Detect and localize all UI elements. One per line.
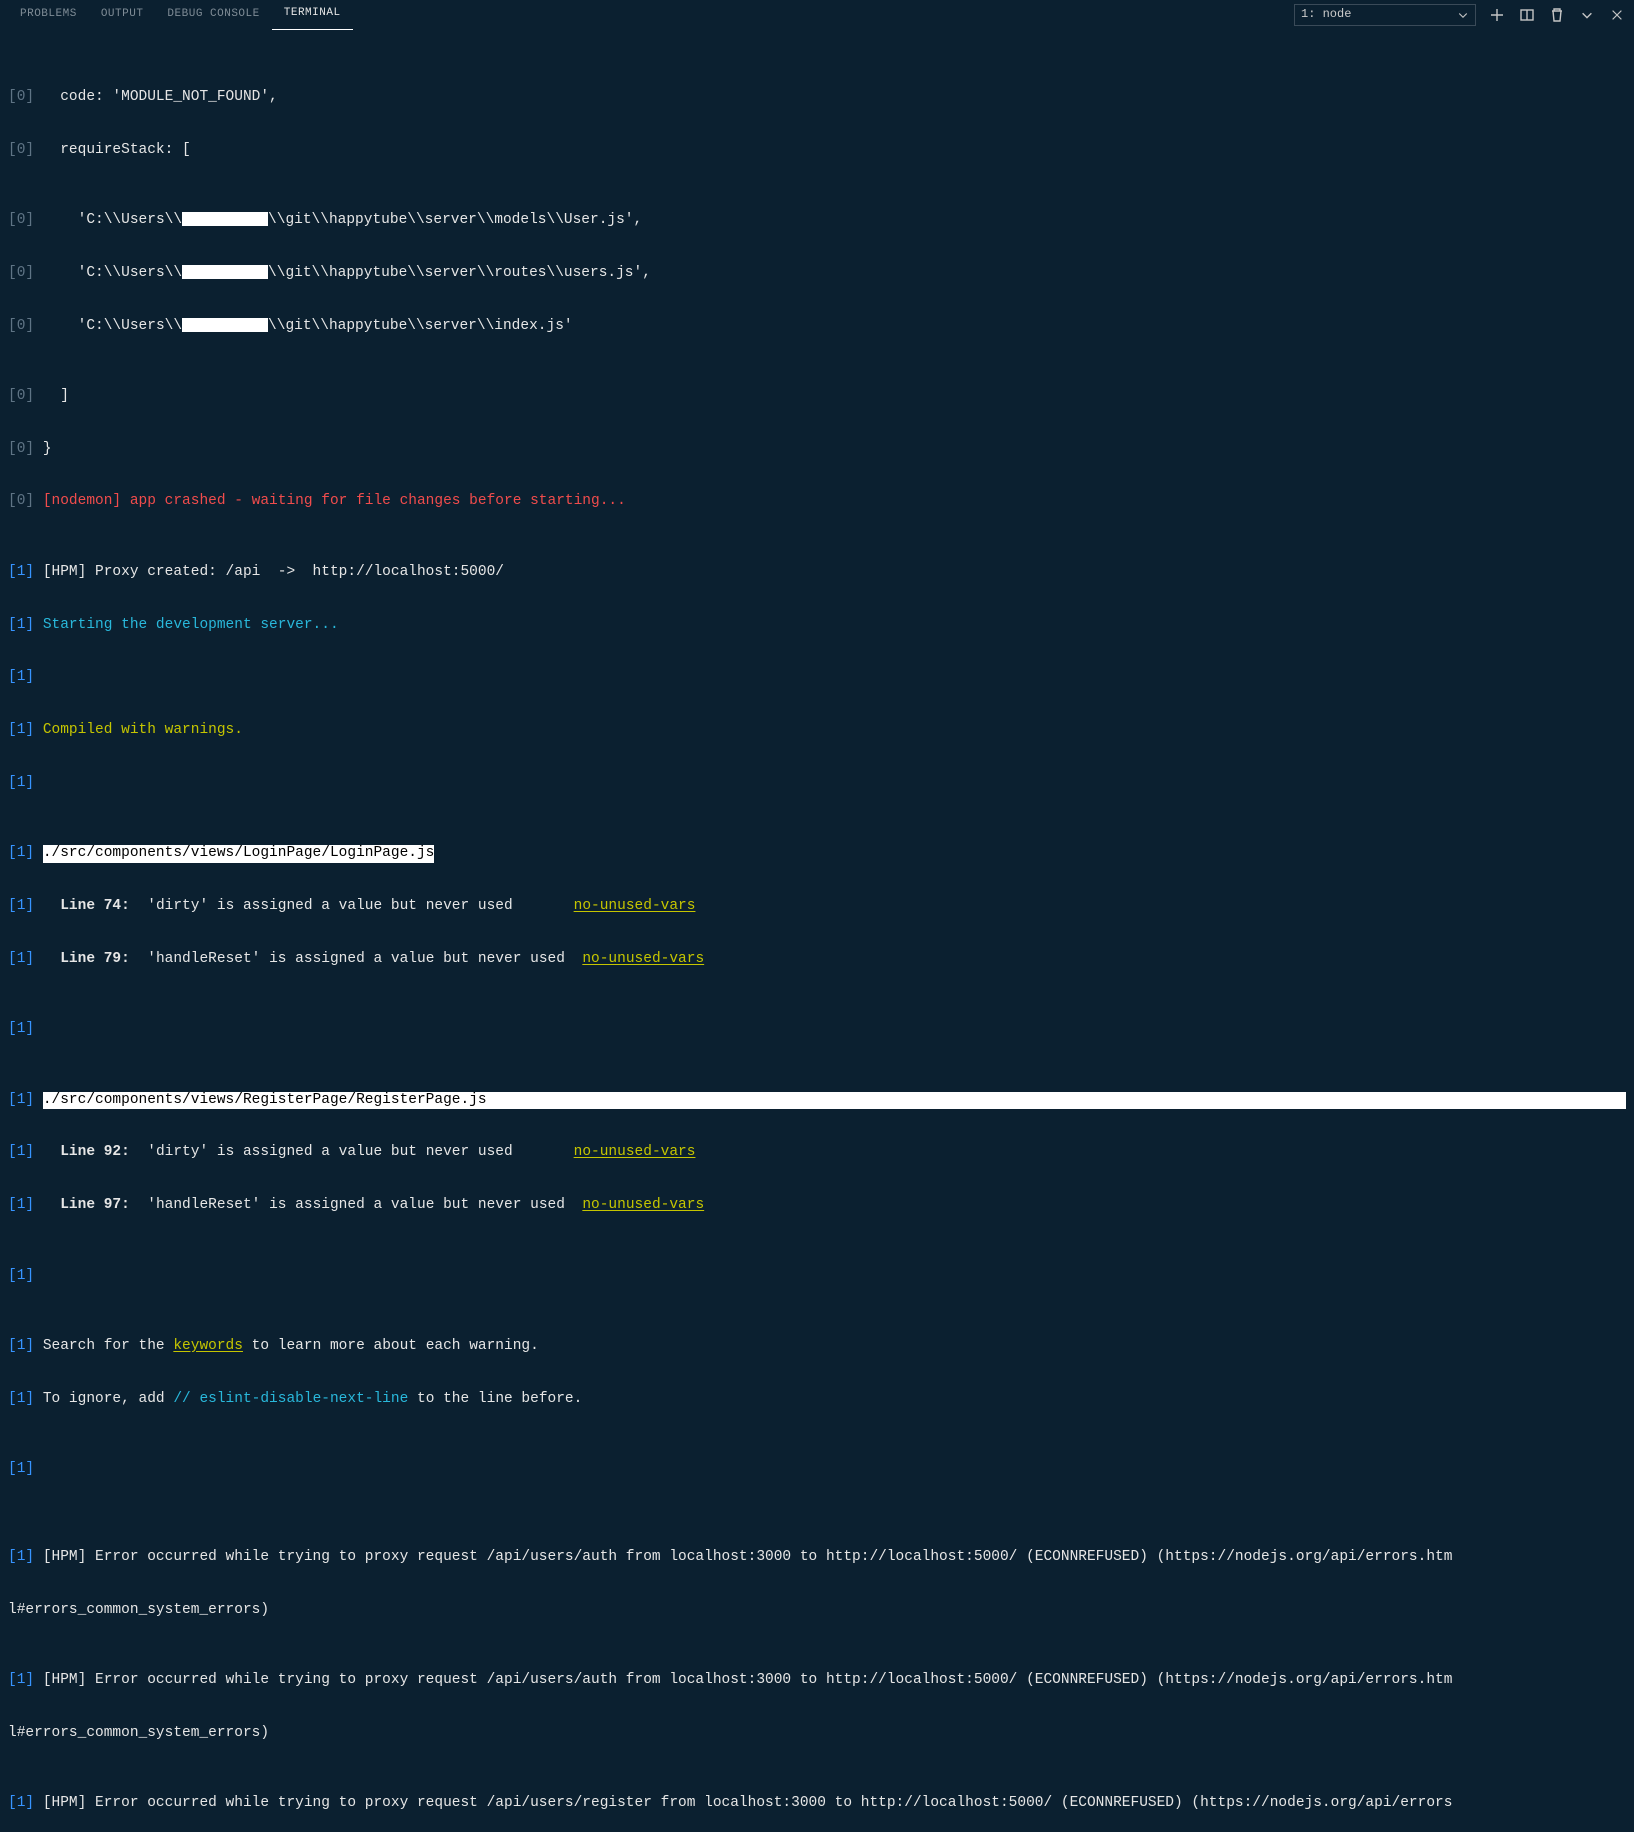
prefix-1: [1]	[8, 1021, 43, 1039]
path-segment: \\git\\happytube\\server\\routes\\users.…	[268, 265, 651, 281]
prefix-1: [1]	[8, 1461, 43, 1479]
chevron-down-icon	[1457, 9, 1469, 21]
prefix-0: [0]	[8, 142, 43, 160]
prefix-0: [0]	[8, 89, 43, 107]
redaction-block	[182, 318, 268, 332]
prefix-1: [1]	[8, 1549, 43, 1567]
terminal-selector[interactable]: 1: node	[1294, 4, 1476, 26]
prefix-1: [1]	[8, 722, 43, 740]
prefix-1: [1]	[8, 617, 43, 635]
warning-file-2: ./src/components/views/RegisterPage/Regi…	[43, 1092, 1626, 1110]
eslint-rule-link[interactable]: no-unused-vars	[582, 1197, 704, 1215]
search-hint-2: to learn more about each warning.	[243, 1338, 539, 1356]
term-line: code: 'MODULE_NOT_FOUND',	[43, 89, 1626, 107]
prefix-1: [1]	[8, 1795, 43, 1813]
nodemon-crash: [nodemon] app crashed - waiting for file…	[43, 493, 1626, 511]
prefix-1: [1]	[8, 845, 43, 863]
hpm-error: [HPM] Error occurred while trying to pro…	[43, 1549, 1626, 1567]
term-line: 'C:\\Users\\ \\git\\happytube\\server\\mo…	[43, 212, 1626, 230]
prefix-0: [0]	[8, 265, 43, 283]
warning-file-1: ./src/components/views/LoginPage/LoginPa…	[43, 845, 435, 863]
prefix-1: [1]	[8, 1391, 43, 1409]
terminal-selector-value: 1: node	[1301, 6, 1351, 24]
term-line: requireStack: [	[43, 142, 1626, 160]
eslint-rule-link[interactable]: no-unused-vars	[574, 898, 696, 916]
path-segment: 'C:\\Users\\	[43, 265, 182, 281]
hpm-error-wrap: l#errors_common_system_errors)	[8, 1602, 1626, 1620]
redaction-block	[182, 265, 268, 279]
terminal-actions: 1: node	[1294, 0, 1626, 30]
path-segment: 'C:\\Users\\	[43, 318, 182, 334]
hpm-error: [HPM] Error occurred while trying to pro…	[43, 1795, 1626, 1813]
tab-output[interactable]: OUTPUT	[89, 0, 156, 30]
empty-line	[43, 669, 1626, 687]
compile-warning: Compiled with warnings.	[43, 722, 1626, 740]
warn-line-loc: Line 97:	[43, 1197, 130, 1215]
prefix-1: [1]	[8, 775, 43, 793]
path-segment: \\git\\happytube\\server\\index.js'	[268, 318, 573, 334]
empty-line	[43, 775, 1626, 793]
panel-tabs: PROBLEMS OUTPUT DEBUG CONSOLE TERMINAL 1…	[0, 0, 1634, 30]
prefix-0: [0]	[8, 441, 43, 459]
term-line: [HPM] Proxy created: /api -> http://loca…	[43, 564, 1626, 582]
search-hint-1: Search for the	[43, 1338, 174, 1356]
new-terminal-icon[interactable]	[1488, 6, 1506, 24]
term-line: 'C:\\Users\\ \\git\\happytube\\server\\in…	[43, 318, 1626, 336]
prefix-1: [1]	[8, 1672, 43, 1690]
term-line: ]	[43, 388, 1626, 406]
prefix-1: [1]	[8, 1268, 43, 1286]
tab-problems[interactable]: PROBLEMS	[8, 0, 89, 30]
prefix-1: [1]	[8, 898, 43, 916]
warn-line-loc: Line 92:	[43, 1144, 130, 1162]
warn-msg: 'handleReset' is assigned a value but ne…	[130, 951, 582, 969]
warn-line-loc: Line 74:	[43, 898, 130, 916]
prefix-1: [1]	[8, 1144, 43, 1162]
warn-msg: 'dirty' is assigned a value but never us…	[130, 1144, 574, 1162]
maximize-panel-icon[interactable]	[1578, 6, 1596, 24]
dev-server-start: Starting the development server...	[43, 617, 1626, 635]
prefix-1: [1]	[8, 1338, 43, 1356]
hpm-error: [HPM] Error occurred while trying to pro…	[43, 1672, 1626, 1690]
split-terminal-icon[interactable]	[1518, 6, 1536, 24]
empty-line	[43, 1021, 1626, 1039]
prefix-1: [1]	[8, 1092, 43, 1110]
prefix-0: [0]	[8, 318, 43, 336]
tab-debug[interactable]: DEBUG CONSOLE	[155, 0, 271, 30]
ignore-hint-1: To ignore, add	[43, 1391, 174, 1409]
eslint-rule-link[interactable]: no-unused-vars	[574, 1144, 696, 1162]
prefix-1: [1]	[8, 951, 43, 969]
prefix-1: [1]	[8, 564, 43, 582]
empty-line	[43, 1268, 1626, 1286]
eslint-rule-link[interactable]: no-unused-vars	[582, 951, 704, 969]
tab-terminal[interactable]: TERMINAL	[272, 0, 353, 30]
term-line: 'C:\\Users\\ \\git\\happytube\\server\\ro…	[43, 265, 1626, 283]
kill-terminal-icon[interactable]	[1548, 6, 1566, 24]
prefix-1: [1]	[8, 669, 43, 687]
path-segment: \\git\\happytube\\server\\models\\User.j…	[268, 212, 642, 228]
prefix-0: [0]	[8, 388, 43, 406]
warn-line-loc: Line 79:	[43, 951, 130, 969]
redaction-block	[182, 212, 268, 226]
prefix-1: [1]	[8, 1197, 43, 1215]
prefix-0: [0]	[8, 493, 43, 511]
warn-msg: 'handleReset' is assigned a value but ne…	[130, 1197, 582, 1215]
warn-msg: 'dirty' is assigned a value but never us…	[130, 898, 574, 916]
prefix-0: [0]	[8, 212, 43, 230]
hpm-error-wrap: l#errors_common_system_errors)	[8, 1725, 1626, 1743]
keywords-link[interactable]: keywords	[173, 1338, 243, 1356]
close-panel-icon[interactable]	[1608, 6, 1626, 24]
empty-line	[43, 1461, 1626, 1479]
path-segment: 'C:\\Users\\	[43, 212, 182, 228]
eslint-disable-comment: // eslint-disable-next-line	[173, 1391, 408, 1409]
ignore-hint-2: to the line before.	[408, 1391, 582, 1409]
term-line: }	[43, 441, 1626, 459]
terminal-output[interactable]: [0] code: 'MODULE_NOT_FOUND', [0] requir…	[0, 30, 1634, 1832]
